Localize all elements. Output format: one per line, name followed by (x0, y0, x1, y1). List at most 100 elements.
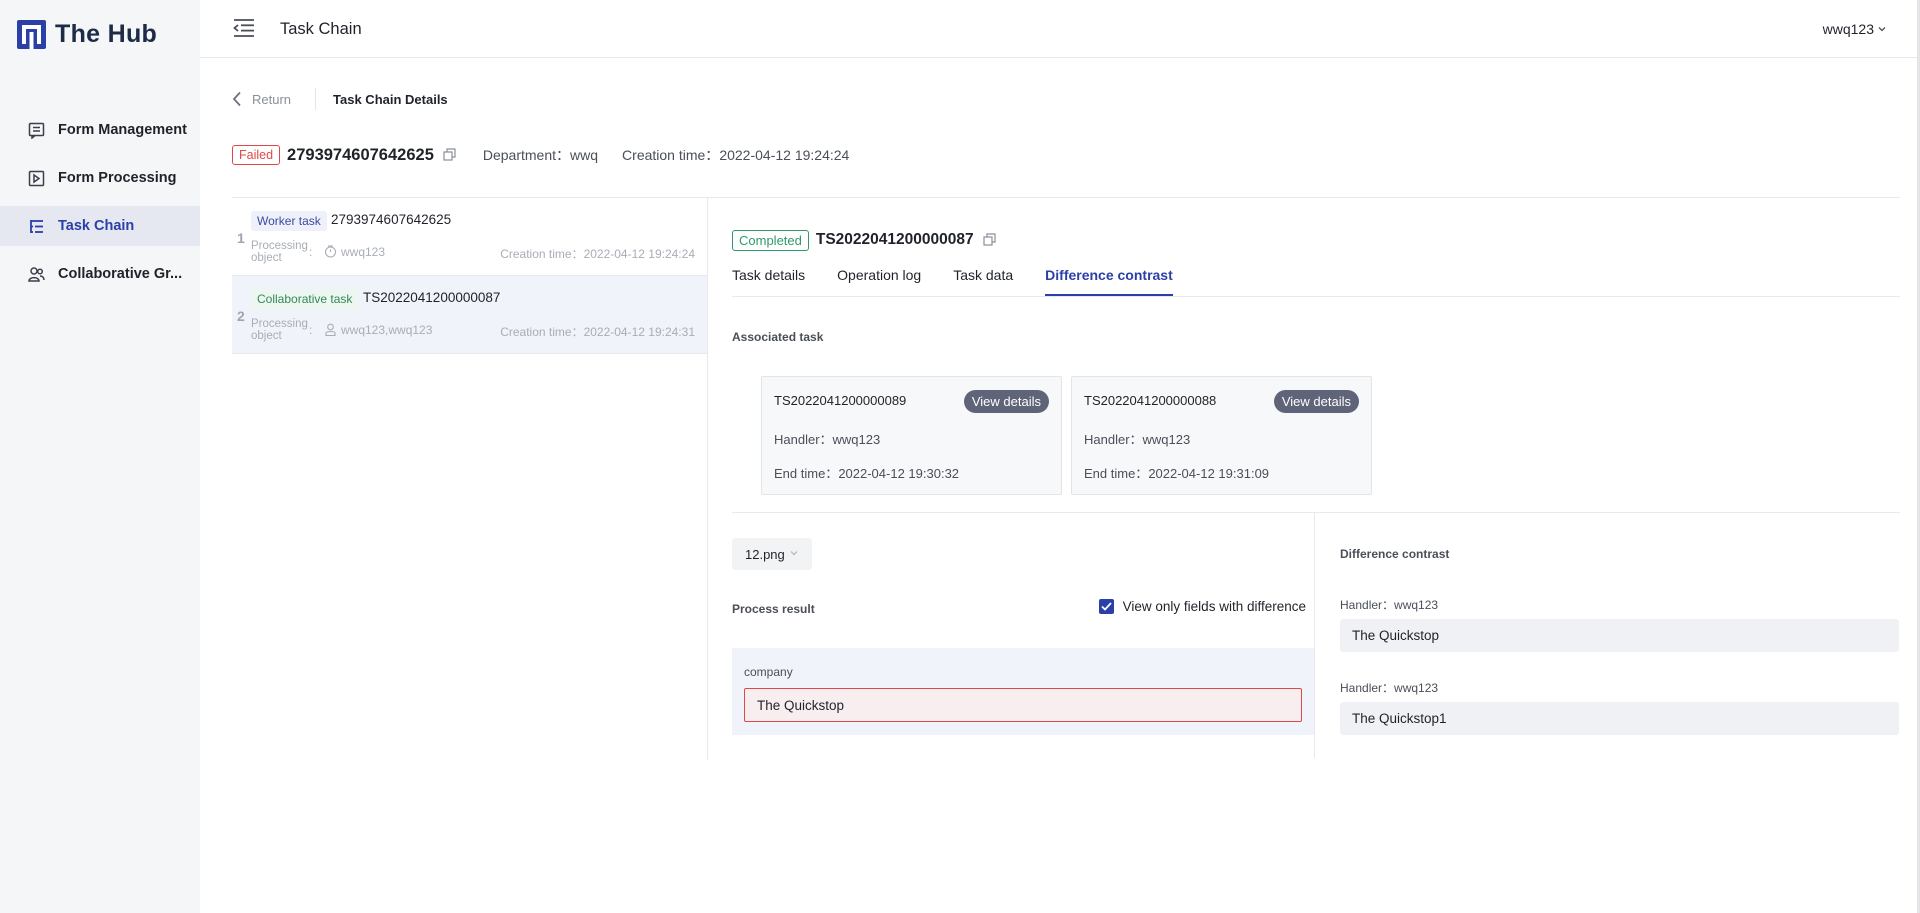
copy-icon[interactable] (443, 148, 457, 162)
tab-task-data[interactable]: Task data (953, 264, 1013, 296)
task-index: 1 (237, 230, 245, 246)
label-colon: : (309, 245, 313, 259)
handler-value: wwq123 (1394, 681, 1439, 695)
sidebar-item-label: Form Processing (58, 170, 177, 186)
creation-time-label: Creation time： (500, 325, 584, 339)
sidebar-item-collaborative-group[interactable]: Collaborative Gr... (0, 254, 200, 294)
menu-collapse-icon[interactable] (233, 18, 255, 38)
chevron-left-icon (232, 91, 241, 107)
tab-task-details[interactable]: Task details (732, 264, 805, 296)
panel-divider (707, 198, 708, 760)
sidebar-item-form-processing[interactable]: Form Processing (0, 158, 200, 198)
page-title: Task Chain (280, 20, 362, 38)
task-creation-time: Creation time：2022-04-12 19:24:31 (500, 323, 695, 340)
field-name: company (744, 665, 793, 679)
group-icon (28, 266, 45, 283)
creation-time-value: 2022-04-12 19:24:24 (719, 147, 850, 163)
only-diff-label: View only fields with difference (1122, 599, 1306, 614)
chain-status-badge: Failed (232, 145, 281, 165)
sidebar-item-form-management[interactable]: Form Management (0, 110, 200, 150)
return-button[interactable]: Return (232, 91, 291, 107)
checkbox-checked-icon[interactable] (1098, 599, 1114, 614)
sidebar: The Hub Form Management Form Processing … (0, 0, 200, 913)
end-time-line: End time：2022-04-12 19:31:09 (1084, 463, 1269, 482)
copy-icon[interactable] (983, 233, 997, 247)
end-time-label: End time： (1084, 466, 1149, 481)
task-status-badge: Completed (732, 229, 809, 251)
label-colon: : (309, 323, 313, 337)
task-detail-header: Completed TS2022041200000087 (732, 229, 997, 251)
diff-value: The Quickstop1 (1340, 702, 1899, 735)
top-header: Task Chain wwq123 (200, 0, 1920, 58)
task-chain-icon (28, 218, 45, 235)
sidebar-item-task-chain[interactable]: Task Chain (0, 206, 200, 246)
form-list-icon (28, 122, 45, 139)
breadcrumb-current: Task Chain Details (333, 91, 448, 107)
file-select[interactable]: 12.png (732, 538, 812, 570)
task-index: 2 (237, 308, 245, 324)
breadcrumb-divider (315, 88, 317, 110)
view-details-button[interactable]: View details (1273, 390, 1359, 413)
file-select-value: 12.png (745, 547, 785, 562)
associated-task-code: TS2022041200000088 (1084, 393, 1217, 408)
chevron-down-icon (1878, 27, 1886, 32)
chain-id: 2793974607642625 (287, 145, 434, 164)
view-details-button[interactable]: View details (963, 390, 1049, 413)
task-list: 1 Worker task 2793974607642625 Processin… (232, 198, 707, 354)
creation-time-label: Creation time： (622, 147, 720, 163)
task-creation-time: Creation time：2022-04-12 19:24:24 (500, 245, 695, 262)
diff-handler: Handler：wwq123 (1340, 596, 1438, 613)
tabs-divider (732, 296, 1900, 297)
worker-icon (324, 245, 337, 258)
tab-difference-contrast[interactable]: Difference contrast (1045, 264, 1173, 296)
task-id: TS2022041200000087 (815, 231, 974, 248)
handler-value: wwq123 (1394, 598, 1439, 612)
end-time-value: 2022-04-12 19:31:09 (1148, 466, 1270, 481)
handler-label: Handler： (774, 432, 833, 447)
handler-value: wwq123 (832, 432, 881, 447)
handler-label: Handler： (1340, 681, 1395, 695)
hub-logo-icon (17, 20, 46, 49)
associated-task-code: TS2022041200000089 (774, 393, 907, 408)
department-label: Department： (482, 147, 571, 163)
chevron-down-icon (790, 551, 798, 556)
processing-object-value: wwq123 (341, 245, 386, 259)
associated-task-card: TS2022041200000088 View details Handler：… (1071, 376, 1372, 495)
task-code: 2793974607642625 (331, 212, 452, 227)
department-value: wwq (570, 147, 599, 163)
handler-line: Handler：wwq123 (774, 429, 880, 448)
handler-value: wwq123 (1142, 432, 1191, 447)
associated-task-card: TS2022041200000089 View details Handler：… (761, 376, 1062, 495)
user-menu[interactable]: wwq123 (1823, 21, 1886, 37)
user-name: wwq123 (1822, 21, 1874, 37)
process-result-label: Process result (732, 602, 815, 616)
app-name: The Hub (55, 20, 158, 48)
processing-object-value: wwq123,wwq123 (341, 323, 433, 337)
company-field[interactable]: The Quickstop (744, 688, 1302, 722)
form-edit-icon (28, 170, 45, 187)
sidebar-item-label: Task Chain (58, 218, 135, 234)
user-icon (325, 323, 336, 336)
end-time-label: End time： (774, 466, 839, 481)
handler-line: Handler：wwq123 (1084, 429, 1190, 448)
tab-operation-log[interactable]: Operation log (837, 264, 921, 296)
task-list-item[interactable]: 1 Worker task 2793974607642625 Processin… (232, 198, 707, 276)
end-time-value: 2022-04-12 19:30:32 (838, 466, 960, 481)
task-type-badge: Collaborative task (251, 289, 359, 309)
handler-label: Handler： (1084, 432, 1143, 447)
sidebar-item-label: Collaborative Gr... (58, 266, 183, 282)
end-time-line: End time：2022-04-12 19:30:32 (774, 463, 959, 482)
breadcrumb: Return Task Chain Details (232, 88, 448, 110)
result-field-block: company The Quickstop (732, 648, 1314, 735)
section-divider (732, 512, 1900, 513)
sidebar-nav: Form Management Form Processing Task Cha… (0, 110, 200, 302)
compare-divider (1314, 513, 1315, 758)
diff-value: The Quickstop (1340, 619, 1899, 652)
task-list-item[interactable]: 2 Collaborative task TS2022041200000087 … (232, 276, 707, 354)
only-diff-toggle[interactable]: View only fields with difference (1098, 599, 1306, 614)
sidebar-item-label: Form Management (58, 122, 187, 138)
handler-label: Handler： (1340, 598, 1395, 612)
diff-handler: Handler：wwq123 (1340, 679, 1438, 696)
app-logo[interactable]: The Hub (17, 20, 157, 49)
chain-summary: Failed 2793974607642625 Department： wwq … (232, 144, 849, 166)
